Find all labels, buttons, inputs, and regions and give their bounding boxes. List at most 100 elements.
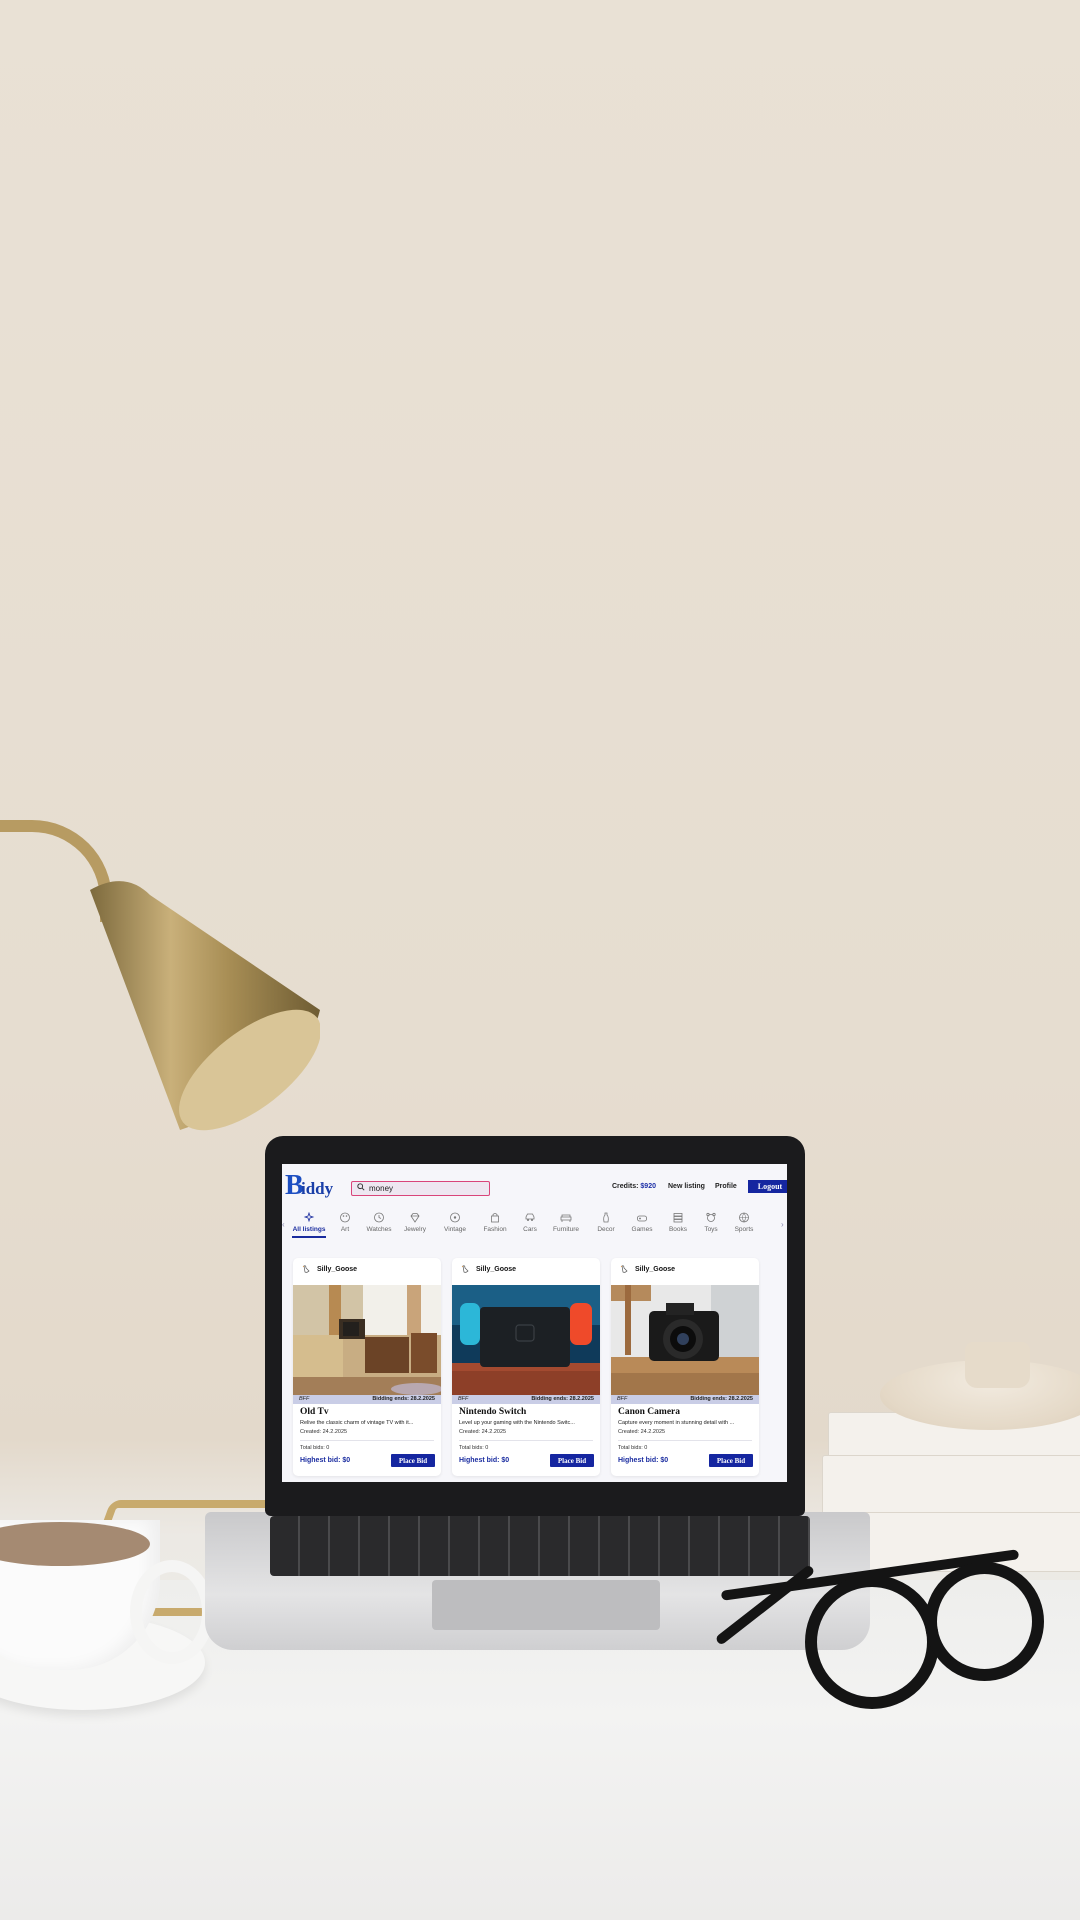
seller-info[interactable]: Silly_Goose xyxy=(619,1264,675,1275)
logo-text: iddy xyxy=(301,1179,334,1198)
listing-tag: BFF xyxy=(617,1396,628,1402)
listing-description: Relive the classic charm of vintage TV w… xyxy=(300,1420,414,1426)
category-label: Art xyxy=(340,1226,350,1233)
place-bid-button[interactable]: Place Bid xyxy=(709,1454,753,1467)
listing-card[interactable]: Silly_Goose BFF Bidding ends: 28.2.2025 xyxy=(293,1258,441,1476)
sofa-icon xyxy=(560,1214,572,1222)
total-bids: Total bids: 0 xyxy=(300,1445,330,1451)
book xyxy=(822,1455,1080,1519)
category-watches[interactable]: Watches xyxy=(359,1212,399,1233)
seller-info[interactable]: Silly_Goose xyxy=(301,1264,357,1275)
glasses-lens xyxy=(925,1562,1044,1681)
listing-card[interactable]: Silly_Goose BFF Bidding ends: 28.2.2025 … xyxy=(452,1258,600,1476)
place-bid-button[interactable]: Place Bid xyxy=(550,1454,594,1467)
category-all-listings[interactable]: All listings xyxy=(289,1212,329,1233)
books-icon xyxy=(673,1213,683,1223)
car-icon xyxy=(525,1213,535,1221)
highest-bid: Highest bid: $0 xyxy=(618,1457,669,1464)
palette-icon xyxy=(340,1212,350,1223)
search-box[interactable] xyxy=(351,1181,490,1196)
category-label: Sports xyxy=(734,1226,754,1233)
place-bid-button[interactable]: Place Bid xyxy=(391,1454,435,1467)
listing-meta-strip: BFF Bidding ends: 28.2.2025 xyxy=(611,1395,759,1404)
card-divider xyxy=(459,1440,593,1441)
listing-tag: BFF xyxy=(458,1396,469,1402)
card-divider xyxy=(618,1440,752,1441)
seller-name: Silly_Goose xyxy=(635,1266,676,1273)
ceramic-holder xyxy=(965,1342,1030,1388)
category-fashion[interactable]: Fashion xyxy=(475,1212,515,1233)
laptop-keyboard xyxy=(270,1516,810,1576)
category-label: Decor xyxy=(597,1226,615,1233)
biddy-logo[interactable]: B iddy xyxy=(285,1170,345,1201)
seller-info[interactable]: Silly_Goose xyxy=(460,1264,516,1275)
category-label: Watches xyxy=(366,1226,392,1233)
diamond-icon xyxy=(410,1213,420,1223)
seller-name: Silly_Goose xyxy=(317,1266,358,1273)
listing-meta-strip: BFF Bidding ends: 28.2.2025 xyxy=(452,1395,600,1404)
total-bids: Total bids: 0 xyxy=(459,1445,489,1451)
bidding-ends: Bidding ends: 28.2.2025 xyxy=(372,1396,435,1402)
bag-icon xyxy=(491,1213,499,1223)
laptop-screen: B iddy Credits: $920 New listing Profile… xyxy=(282,1164,787,1482)
listing-meta-strip: BFF Bidding ends: 28.2.2025 xyxy=(293,1395,441,1404)
category-furniture[interactable]: Furniture xyxy=(546,1212,586,1233)
gamepad-icon xyxy=(637,1215,647,1222)
category-label: Jewelry xyxy=(403,1226,427,1233)
glasses-lens xyxy=(805,1575,939,1709)
category-cars[interactable]: Cars xyxy=(510,1212,550,1233)
app-header: B iddy Credits: $920 New listing Profile… xyxy=(282,1164,787,1204)
category-label: Cars xyxy=(523,1226,537,1233)
category-vintage[interactable]: Vintage xyxy=(435,1212,475,1233)
logout-button[interactable]: Logout xyxy=(748,1180,787,1193)
seller-name: Silly_Goose xyxy=(476,1266,517,1273)
laptop-trackpad xyxy=(432,1580,660,1630)
active-category-underline xyxy=(292,1236,326,1238)
credits-label: Credits: xyxy=(612,1183,639,1190)
listing-description: Capture every moment in stunning detail … xyxy=(618,1420,735,1426)
ball-icon xyxy=(739,1212,749,1223)
vase-icon xyxy=(603,1212,609,1223)
listing-description: Level up your gaming with the Nintendo S… xyxy=(459,1420,575,1426)
highest-bid: Highest bid: $0 xyxy=(459,1457,510,1464)
listing-tag: BFF xyxy=(299,1396,310,1402)
cup-handle xyxy=(130,1560,214,1664)
listing-title[interactable]: Nintendo Switch xyxy=(459,1407,526,1417)
category-decor[interactable]: Decor xyxy=(586,1212,626,1233)
listing-card[interactable]: Silly_Goose BFF Bidding ends: 28.2.2025 … xyxy=(611,1258,759,1476)
credits-display: Credits: $920 xyxy=(612,1183,656,1190)
category-label: Books xyxy=(668,1226,688,1233)
category-label: Vintage xyxy=(444,1226,466,1233)
listing-created: Created: 24.2.2025 xyxy=(300,1429,348,1435)
listing-created: Created: 24.2.2025 xyxy=(459,1429,507,1435)
goose-avatar-icon xyxy=(302,1265,310,1273)
search-icon xyxy=(357,1183,365,1191)
bidding-ends: Bidding ends: 28.2.2025 xyxy=(531,1396,594,1402)
teddy-icon xyxy=(706,1212,716,1222)
credits-value: $920 xyxy=(640,1183,656,1190)
category-jewelry[interactable]: Jewelry xyxy=(395,1212,435,1233)
listing-title[interactable]: Canon Camera xyxy=(618,1407,680,1417)
profile-link[interactable]: Profile xyxy=(715,1183,737,1190)
listing-title[interactable]: Old Tv xyxy=(300,1407,329,1417)
category-label: All listings xyxy=(292,1226,326,1233)
category-label: Toys xyxy=(704,1226,718,1233)
goose-avatar-icon xyxy=(461,1265,469,1273)
chevron-left-icon[interactable]: ‹ xyxy=(282,1220,285,1229)
listing-created: Created: 24.2.2025 xyxy=(618,1429,666,1435)
total-bids: Total bids: 0 xyxy=(618,1445,648,1451)
category-sports[interactable]: Sports xyxy=(724,1212,764,1233)
category-label: Fashion xyxy=(483,1226,507,1233)
chevron-right-icon[interactable]: › xyxy=(781,1220,784,1229)
search-input[interactable] xyxy=(369,1182,479,1194)
category-label: Games xyxy=(631,1226,653,1233)
vinyl-icon xyxy=(450,1212,460,1223)
category-bar: ‹ › All listings Art Watches Jewelry Vin… xyxy=(282,1212,787,1240)
category-label: Furniture xyxy=(552,1226,579,1233)
canon-camera-photo[interactable] xyxy=(611,1285,759,1395)
category-games[interactable]: Games xyxy=(622,1212,662,1233)
old-tv-photo[interactable] xyxy=(293,1285,441,1395)
goose-avatar-icon xyxy=(620,1265,628,1273)
new-listing-link[interactable]: New listing xyxy=(668,1183,705,1190)
nintendo-switch-photo[interactable] xyxy=(452,1285,600,1395)
